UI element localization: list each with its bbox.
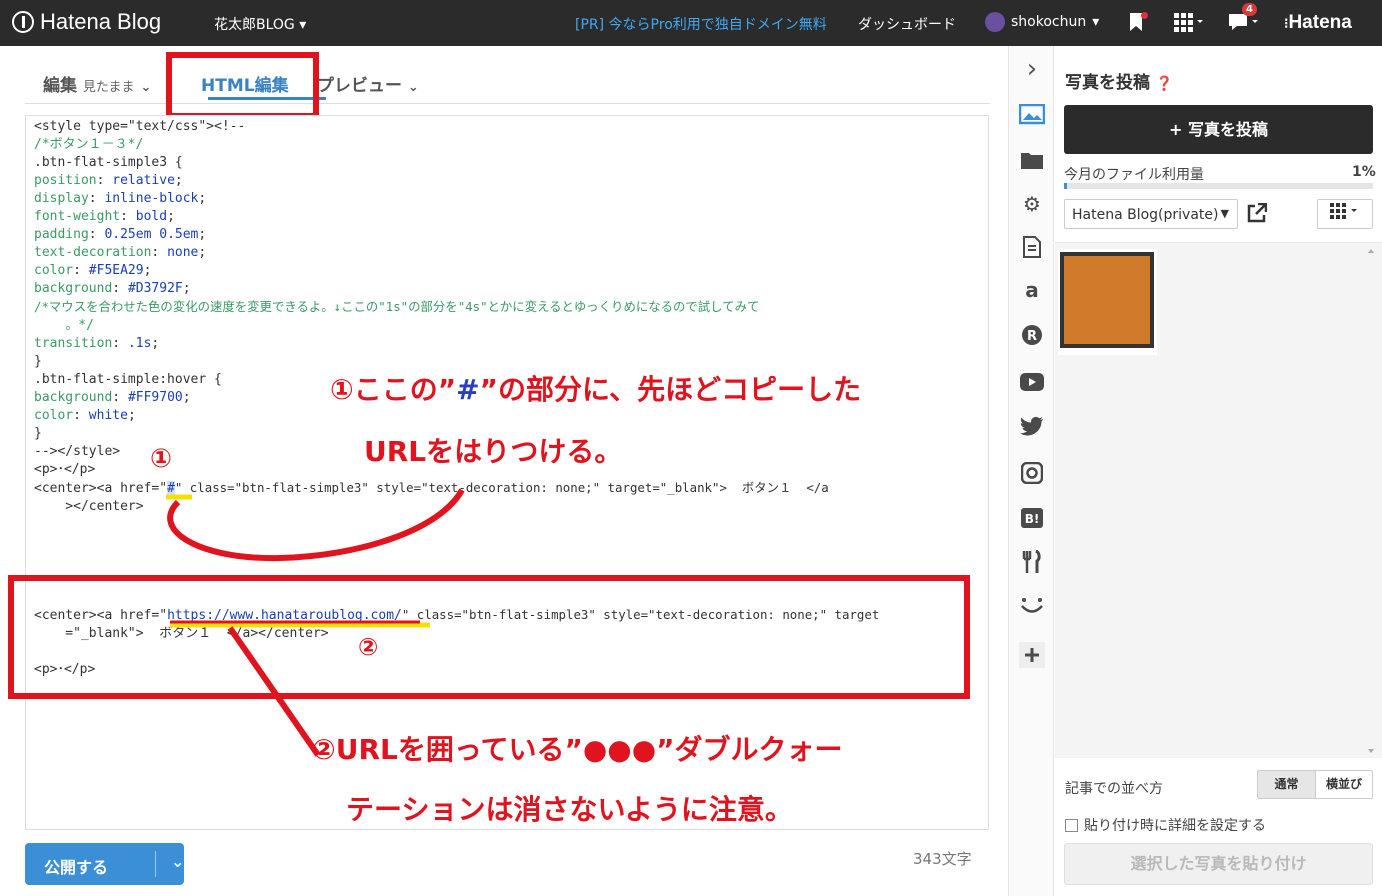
- album-select[interactable]: Hatena Blog(private) ▼: [1064, 199, 1238, 229]
- gear-icon[interactable]: ⚙: [1009, 192, 1055, 216]
- youtube-icon[interactable]: [1009, 372, 1055, 396]
- usage-label: 今月のファイル利用量: [1064, 167, 1204, 183]
- view-grid-button[interactable]: [1317, 199, 1373, 229]
- twitter-icon[interactable]: [1009, 416, 1055, 441]
- rakuten-icon[interactable]: R: [1009, 324, 1055, 351]
- detail-checkbox[interactable]: 貼り付け時に詳細を設定する: [1065, 815, 1266, 835]
- annotation-text-2b: テーションは消さないように注意。: [346, 793, 793, 826]
- thumbnail-image: [1060, 252, 1154, 348]
- amazon-icon[interactable]: a: [1009, 278, 1055, 302]
- publish-button[interactable]: 公開する ⌄: [25, 843, 184, 885]
- help-icon: ❓: [1155, 76, 1174, 92]
- paste-photo-button[interactable]: 選択した写真を貼り付け: [1064, 843, 1373, 885]
- panel-title: 写真を投稿 ❓: [1065, 73, 1174, 93]
- tool-icon-bar: › ⚙ a R B!: [1008, 46, 1054, 896]
- sort-label: 記事での並べ方: [1065, 781, 1163, 797]
- restaurant-icon[interactable]: [1009, 549, 1055, 579]
- instagram-icon[interactable]: [1009, 461, 1055, 489]
- photo-panel: 写真を投稿 ❓ + 写真を投稿 今月のファイル利用量 1% Hatena Blo…: [1055, 46, 1382, 896]
- annotation-marker-1: ①: [150, 444, 173, 474]
- curved-arrow: [167, 488, 465, 562]
- sort-side-button[interactable]: 横並び: [1315, 771, 1372, 798]
- annotation-marker-2: ②: [358, 633, 379, 661]
- document-icon[interactable]: [1009, 236, 1055, 263]
- add-icon[interactable]: [1009, 642, 1055, 673]
- sort-normal-button[interactable]: 通常: [1258, 771, 1315, 798]
- photo-list: [1055, 242, 1382, 758]
- photo-thumbnail[interactable]: [1058, 249, 1157, 355]
- svg-text:B!: B!: [1025, 512, 1040, 526]
- checkbox-box[interactable]: [1065, 818, 1078, 832]
- post-photo-button[interactable]: + 写真を投稿: [1064, 105, 1373, 154]
- folder-icon[interactable]: [1009, 150, 1055, 175]
- usage-bar-fill: [1064, 183, 1068, 189]
- external-link-icon[interactable]: [1247, 202, 1268, 228]
- usage-percent: 1%: [1352, 164, 1376, 180]
- annotation-text-1a: ①ここの”#”の部分に、先ほどコピーした: [330, 373, 862, 406]
- photo-icon[interactable]: [1009, 103, 1055, 131]
- hatena-bookmark-icon[interactable]: B!: [1009, 508, 1055, 533]
- character-count: 343文字: [913, 850, 972, 868]
- highlight-box-code: [8, 575, 970, 699]
- smile-icon[interactable]: [1009, 596, 1055, 620]
- usage-bar: [1064, 183, 1373, 189]
- sort-toggle: 通常 横並び: [1257, 770, 1373, 799]
- scrollbar[interactable]: [1368, 247, 1374, 755]
- collapse-chevron-icon[interactable]: ›: [1009, 54, 1055, 84]
- annotation-text-2a: ②URLを囲っている”●●●”ダブルクォー: [312, 733, 843, 766]
- chevron-down-icon[interactable]: ⌄: [171, 852, 184, 871]
- svg-text:R: R: [1027, 329, 1037, 344]
- annotation-text-1b: URLをはりつける。: [364, 435, 623, 468]
- dropdown-arrow-icon: ▼: [1220, 207, 1229, 220]
